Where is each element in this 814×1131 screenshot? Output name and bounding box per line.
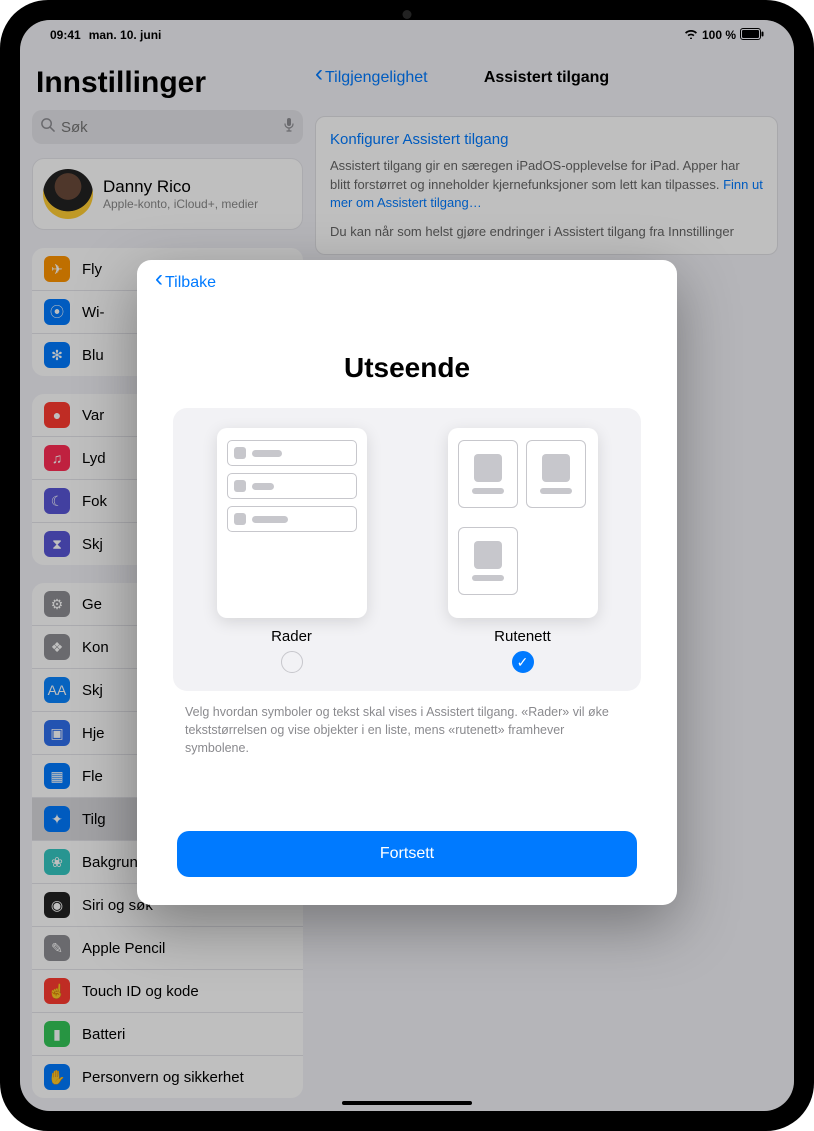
- chevron-left-icon: [155, 274, 163, 292]
- option-rows-label: Rader: [271, 628, 312, 645]
- home-indicator[interactable]: [342, 1101, 472, 1105]
- front-camera: [403, 10, 412, 19]
- radio-grid[interactable]: ✓: [512, 651, 534, 673]
- appearance-options: Rader Rutenett ✓: [173, 408, 641, 691]
- radio-rows[interactable]: [281, 651, 303, 673]
- appearance-modal: Tilbake Utseende Rader: [137, 260, 677, 905]
- preview-rows: [217, 428, 367, 618]
- modal-back-button[interactable]: Tilbake: [155, 274, 659, 292]
- continue-button[interactable]: Fortsett: [177, 831, 637, 877]
- checkmark-icon: ✓: [517, 654, 529, 671]
- option-grid-label: Rutenett: [494, 628, 551, 645]
- modal-title: Utseende: [155, 352, 659, 384]
- modal-help-text: Velg hvordan symboler og tekst skal vise…: [185, 703, 629, 757]
- preview-grid: [448, 428, 598, 618]
- modal-back-label: Tilbake: [165, 274, 216, 292]
- option-rows[interactable]: Rader: [191, 428, 392, 673]
- option-grid[interactable]: Rutenett ✓: [422, 428, 623, 673]
